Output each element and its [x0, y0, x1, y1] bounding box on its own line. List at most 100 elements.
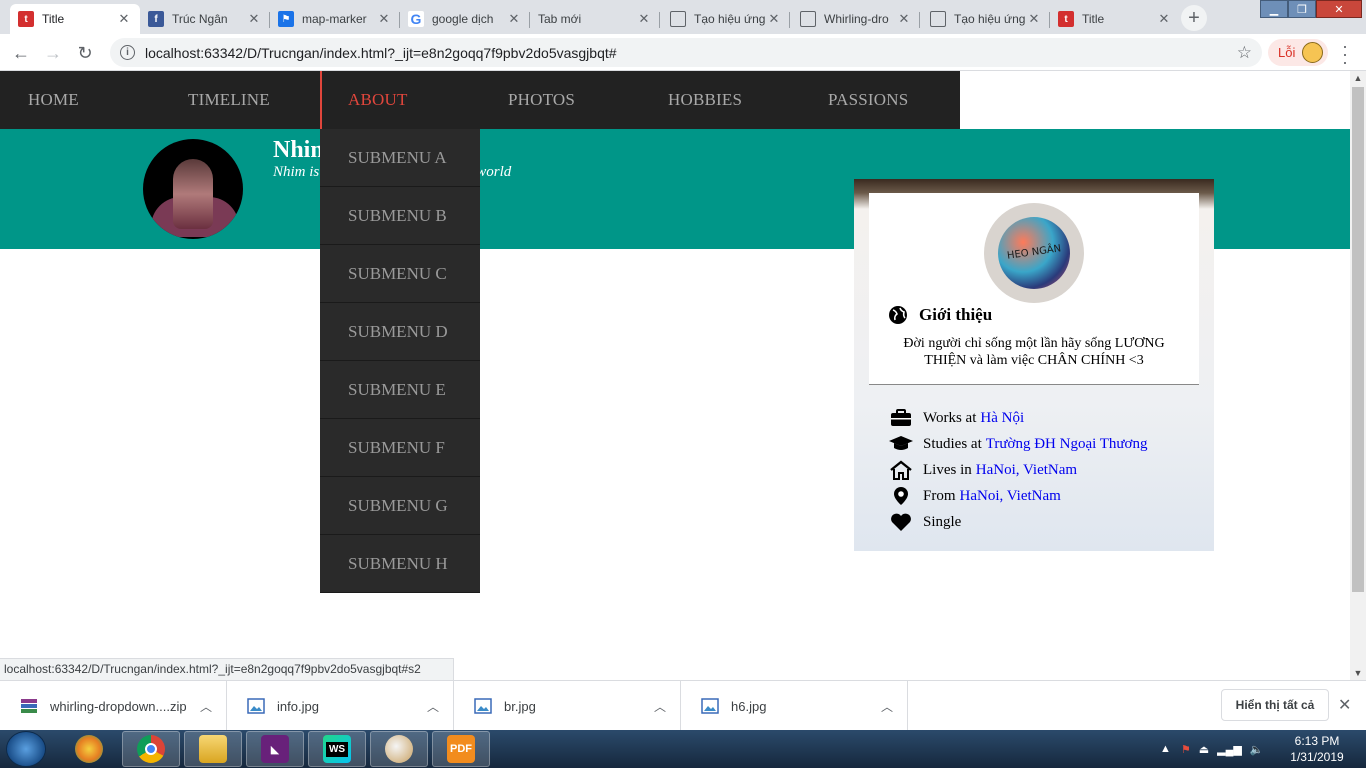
foxit-pdf-icon[interactable]: PDF — [432, 731, 490, 767]
chevron-up-icon[interactable]: ︿ — [640, 698, 680, 715]
tab-title-active[interactable]: t Title ✕ — [10, 4, 140, 34]
tab-title-2[interactable]: t Title ✕ — [1050, 4, 1180, 34]
tab-map-marker[interactable]: ⚑ map-marker ✕ — [270, 4, 400, 34]
map-marker-icon — [888, 486, 914, 506]
tab-tao-hieu-ung-1[interactable]: Tạo hiệu ứng ✕ — [660, 4, 790, 34]
nav-photos[interactable]: PHOTOS — [480, 71, 640, 129]
google-icon: G — [408, 11, 424, 27]
document-icon — [930, 11, 946, 27]
close-icon[interactable]: ✕ — [1156, 11, 1172, 27]
close-window-button[interactable]: ✕ — [1316, 0, 1362, 18]
forward-arrow-icon[interactable]: → — [40, 40, 66, 66]
flag-icon[interactable]: ⚑ — [1181, 743, 1191, 756]
t-favicon-icon: t — [1058, 11, 1074, 27]
nav-home[interactable]: HOME — [0, 71, 160, 129]
minimize-button[interactable]: ▁ — [1260, 0, 1288, 18]
close-icon[interactable]: ✕ — [376, 11, 392, 27]
scroll-thumb[interactable] — [1352, 87, 1364, 592]
tab-tao-hieu-ung-2[interactable]: Tạo hiệu ứng ✕ — [920, 4, 1050, 34]
close-icon[interactable]: ✕ — [1338, 695, 1351, 715]
profile-avatar-icon[interactable] — [1302, 42, 1323, 63]
webstorm-icon[interactable]: WS — [308, 731, 366, 767]
avatar-lettering: HEO NGÂN — [1006, 243, 1062, 262]
tagline-end: world — [476, 164, 512, 180]
nav-passions[interactable]: PASSIONS — [800, 71, 960, 129]
scroll-down-icon[interactable]: ▼ — [1350, 666, 1366, 680]
info-icon[interactable]: i — [120, 45, 135, 60]
download-filename: br.jpg — [504, 698, 536, 714]
submenu-c[interactable]: SUBMENU C — [320, 245, 480, 303]
fact-status: Single — [888, 509, 1147, 535]
fact-label: Works at — [923, 409, 977, 426]
system-tray: ▲ ⚑ ⏏ ▂▄▆ 🔈 — [1160, 730, 1264, 768]
fact-from: From HaNoi, VietNam — [888, 483, 1147, 509]
usb-icon[interactable]: ⏏ — [1199, 743, 1209, 756]
nav-about[interactable]: ABOUT — [320, 71, 480, 129]
download-item[interactable]: info.jpg ︿ — [227, 681, 454, 731]
submenu-g[interactable]: SUBMENU G — [320, 477, 480, 535]
download-item[interactable]: br.jpg ︿ — [454, 681, 681, 731]
site-nav: HOME TIMELINE ABOUT PHOTOS HOBBIES PASSI… — [0, 71, 960, 129]
close-icon[interactable]: ✕ — [246, 11, 262, 27]
close-icon[interactable]: ✕ — [636, 11, 652, 27]
tab-whirling-dropdown[interactable]: Whirling-dro ✕ — [790, 4, 920, 34]
facts-list: Works at Hà Nội Studies at Trường ĐH Ngo… — [888, 405, 1147, 535]
signal-icon[interactable]: ▂▄▆ — [1217, 743, 1242, 756]
close-icon[interactable]: ✕ — [116, 11, 132, 27]
page-scrollbar[interactable]: ▲ ▼ — [1350, 71, 1366, 680]
fact-link[interactable]: HaNoi, VietNam — [960, 488, 1061, 505]
tab-truc-ngan[interactable]: f Trúc Ngân ✕ — [140, 4, 270, 34]
paint-icon[interactable] — [370, 731, 428, 767]
back-arrow-icon[interactable]: ← — [8, 40, 34, 66]
fact-link[interactable]: Hà Nội — [980, 410, 1024, 427]
chevron-up-icon[interactable]: ︿ — [186, 698, 226, 715]
system-clock[interactable]: 6:13 PM 1/31/2019 — [1282, 733, 1352, 765]
heart-icon — [888, 512, 914, 532]
chevron-up-icon[interactable]: ︿ — [867, 698, 907, 715]
tab-new-tab[interactable]: Tab mới ✕ — [530, 4, 660, 34]
chevron-up-icon[interactable]: ︿ — [413, 698, 453, 715]
volume-icon[interactable]: 🔈 — [1250, 743, 1264, 756]
close-icon[interactable]: ✕ — [766, 11, 782, 27]
fact-link[interactable]: HaNoi, VietNam — [976, 462, 1077, 479]
download-item[interactable]: h6.jpg ︿ — [681, 681, 908, 731]
file-explorer-icon[interactable] — [184, 731, 242, 767]
visual-studio-icon[interactable]: ◣ — [246, 731, 304, 767]
windows-start-icon[interactable] — [6, 731, 46, 767]
submenu-h[interactable]: SUBMENU H — [320, 535, 480, 593]
new-tab-button[interactable]: + — [1181, 5, 1207, 31]
fact-label: Studies at — [923, 435, 982, 452]
submenu-b[interactable]: SUBMENU B — [320, 187, 480, 245]
download-item[interactable]: whirling-dropdown....zip ︿ — [0, 681, 227, 731]
facebook-icon: f — [148, 11, 164, 27]
status-url-bubble: localhost:63342/D/Trucngan/index.html?_i… — [0, 658, 454, 680]
show-all-downloads-button[interactable]: Hiển thị tất cả — [1221, 689, 1329, 721]
close-icon[interactable]: ✕ — [1026, 11, 1042, 27]
submenu-d[interactable]: SUBMENU D — [320, 303, 480, 361]
windows-explorer-icon[interactable] — [60, 731, 118, 767]
intro-heading: Giới thiệu — [888, 305, 992, 325]
maximize-button[interactable]: ❐ — [1288, 0, 1316, 18]
fact-link[interactable]: Trường ĐH Ngoại Thương — [986, 436, 1148, 453]
map-favicon-icon: ⚑ — [278, 11, 294, 27]
tab-label: Title — [1082, 12, 1105, 26]
close-icon[interactable]: ✕ — [896, 11, 912, 27]
reload-icon[interactable]: ↻ — [72, 40, 98, 66]
nav-timeline[interactable]: TIMELINE — [160, 71, 320, 129]
address-bar[interactable]: i localhost:63342/D/Trucngan/index.html?… — [110, 38, 1262, 67]
tray-expand-icon[interactable]: ▲ — [1160, 743, 1171, 755]
tab-google-dich[interactable]: G google dịch ✕ — [400, 4, 530, 34]
submenu-e[interactable]: SUBMENU E — [320, 361, 480, 419]
browser-toolbar: ← → ↻ i localhost:63342/D/Trucngan/index… — [0, 34, 1366, 71]
fact-label: Single — [923, 513, 962, 530]
fact-label: Lives in — [923, 461, 972, 478]
scroll-up-icon[interactable]: ▲ — [1350, 71, 1366, 85]
submenu-a[interactable]: SUBMENU A — [320, 129, 480, 187]
nav-hobbies[interactable]: HOBBIES — [640, 71, 800, 129]
chrome-icon[interactable] — [122, 731, 180, 767]
close-icon[interactable]: ✕ — [506, 11, 522, 27]
submenu-f[interactable]: SUBMENU F — [320, 419, 480, 477]
bookmark-star-icon[interactable]: ☆ — [1237, 43, 1252, 63]
menu-kebab-icon[interactable]: · · · — [1340, 37, 1350, 71]
tab-label: Title — [42, 12, 65, 26]
